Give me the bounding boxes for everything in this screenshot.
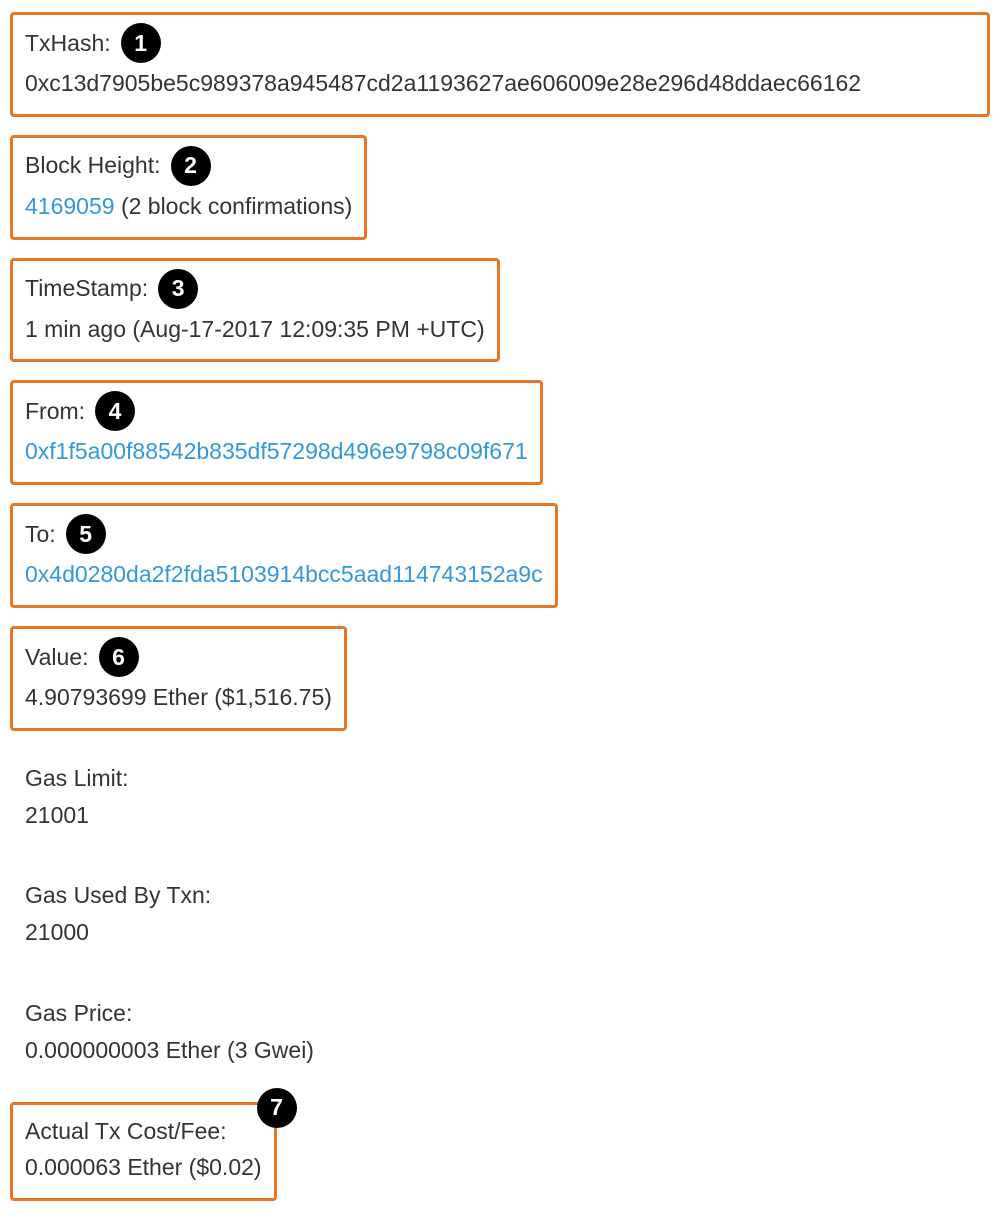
gas-price-value: 0.000000003 Ether (3 Gwei) — [25, 1032, 314, 1069]
tx-fee-label: Actual Tx Cost/Fee: — [25, 1113, 262, 1150]
annotation-badge-6: 6 — [99, 637, 139, 677]
gas-limit-value: 21001 — [25, 797, 129, 834]
tx-fee-value: 0.000063 Ether ($0.02) — [25, 1149, 262, 1186]
to-address-link[interactable]: 0x4d0280da2f2fda5103914bcc5aad114743152a… — [25, 561, 543, 587]
gas-limit-label: Gas Limit: — [25, 760, 129, 797]
timestamp-field: TimeStamp: 3 1 min ago (Aug-17-2017 12:0… — [10, 258, 500, 363]
annotation-badge-1: 1 — [121, 23, 161, 63]
from-field: From: 4 0xf1f5a00f88542b835df57298d496e9… — [10, 380, 543, 485]
txhash-field: TxHash: 1 0xc13d7905be5c989378a945487cd2… — [10, 12, 990, 117]
gas-price-field: Gas Price: 0.000000003 Ether (3 Gwei) — [10, 984, 329, 1084]
block-height-link[interactable]: 4169059 — [25, 193, 115, 219]
tx-fee-field: Actual Tx Cost/Fee: 0.000063 Ether ($0.0… — [10, 1102, 277, 1202]
annotation-badge-3: 3 — [158, 269, 198, 309]
from-label: From: — [25, 393, 85, 430]
annotation-badge-7: 7 — [257, 1088, 297, 1128]
timestamp-label: TimeStamp: — [25, 270, 148, 307]
block-confirmations: (2 block confirmations) — [121, 193, 352, 219]
to-label: To: — [25, 516, 56, 553]
value-field: Value: 6 4.90793699 Ether ($1,516.75) — [10, 626, 347, 731]
gas-limit-field: Gas Limit: 21001 — [10, 749, 144, 849]
gas-used-label: Gas Used By Txn: — [25, 877, 211, 914]
gas-price-label: Gas Price: — [25, 995, 314, 1032]
annotation-badge-2: 2 — [171, 146, 211, 186]
gas-used-value: 21000 — [25, 914, 211, 951]
value-label: Value: — [25, 639, 89, 676]
annotation-badge-5: 5 — [66, 514, 106, 554]
value-amount: 4.90793699 Ether ($1,516.75) — [25, 679, 332, 716]
block-height-field: Block Height: 2 4169059 (2 block confirm… — [10, 135, 367, 240]
from-address-link[interactable]: 0xf1f5a00f88542b835df57298d496e9798c09f6… — [25, 438, 528, 464]
annotation-badge-4: 4 — [95, 391, 135, 431]
txhash-value: 0xc13d7905be5c989378a945487cd2a1193627ae… — [25, 65, 975, 102]
timestamp-value: 1 min ago (Aug-17-2017 12:09:35 PM +UTC) — [25, 311, 485, 348]
block-height-label: Block Height: — [25, 147, 161, 184]
txhash-label: TxHash: — [25, 25, 111, 62]
gas-used-field: Gas Used By Txn: 21000 — [10, 866, 226, 966]
to-field: To: 5 0x4d0280da2f2fda5103914bcc5aad1147… — [10, 503, 558, 608]
